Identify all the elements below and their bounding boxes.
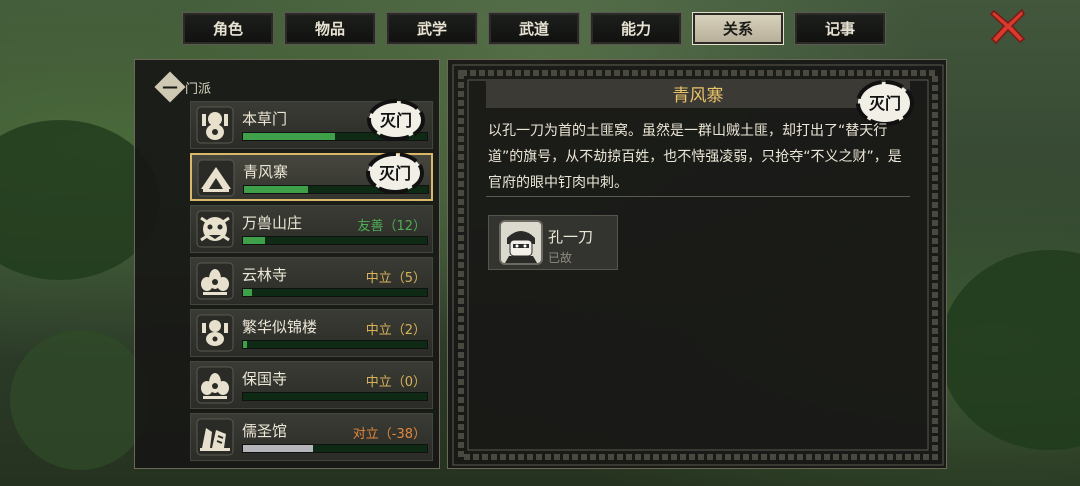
tab-martial-way[interactable]: 武道 xyxy=(488,12,580,45)
sect-item-qingfengzhai[interactable]: 青风寨 灭门 xyxy=(190,152,433,201)
sect-list: 本草门 灭门 青风寨 灭门 万兽山庄 友善（12） 云林寺 中立（5） 繁华似锦… xyxy=(190,99,433,465)
sect-name: 云林寺 xyxy=(242,266,288,284)
detail-title: 青风寨 xyxy=(672,86,724,106)
relation-bar xyxy=(242,340,428,349)
member-name: 孔一刀 xyxy=(548,228,594,246)
lotus-icon xyxy=(196,262,234,300)
relation-bar xyxy=(242,288,428,297)
sect-name: 青风寨 xyxy=(243,163,289,181)
detail-title-bar: 青风寨 灭门 xyxy=(486,79,914,126)
tab-martial-arts[interactable]: 武学 xyxy=(386,12,478,45)
member-status: 已故 xyxy=(548,251,573,265)
sect-item-wanshoushanzhuang[interactable]: 万兽山庄 友善（12） xyxy=(190,205,433,253)
collapse-toggle-button[interactable]: — xyxy=(154,71,186,103)
member-card[interactable]: 孔一刀 已故 xyxy=(488,215,618,270)
group-header: — 门派 xyxy=(154,71,212,103)
destroyed-stamp-icon: 灭门 xyxy=(367,99,425,141)
tab-journal[interactable]: 记事 xyxy=(794,12,886,45)
tab-character[interactable]: 角色 xyxy=(182,12,274,45)
sect-item-fanhuasijinlou[interactable]: 繁华似锦楼 中立（2） xyxy=(190,309,433,357)
group-label: 门派 xyxy=(185,81,212,97)
lotus-icon xyxy=(196,366,234,404)
minus-icon: — xyxy=(162,77,178,96)
sect-detail-panel: 青风寨 灭门 以孔一刀为首的土匪窝。虽然是一群山贼土匪，却打出了“替天行道”的旗… xyxy=(447,59,947,469)
sect-item-rushengguan[interactable]: 儒圣馆 对立（-38） xyxy=(190,413,433,461)
sect-status: 中立（0） xyxy=(365,375,426,390)
mountain-camp-icon xyxy=(197,159,235,197)
sect-name: 本草门 xyxy=(242,110,288,128)
sect-name: 繁华似锦楼 xyxy=(242,318,318,336)
sect-status: 中立（2） xyxy=(365,323,426,338)
sect-name: 儒圣馆 xyxy=(242,422,288,440)
sect-status: 对立（-38） xyxy=(352,427,426,442)
sect-status: 中立（5） xyxy=(365,271,426,286)
ornate-urn-icon xyxy=(196,314,234,352)
bandit-portrait-icon xyxy=(499,220,543,265)
sect-item-baoguosi[interactable]: 保国寺 中立（0） xyxy=(190,361,433,409)
close-button[interactable] xyxy=(988,6,1028,46)
sect-name: 保国寺 xyxy=(242,370,288,388)
tab-abilities[interactable]: 能力 xyxy=(590,12,682,45)
relation-bar xyxy=(242,236,428,245)
relation-bar xyxy=(242,444,428,453)
svg-text:灭门: 灭门 xyxy=(868,94,901,113)
scroll-brush-icon xyxy=(196,418,234,456)
beast-head-icon xyxy=(196,210,234,248)
close-x-icon xyxy=(989,8,1026,45)
relation-bar xyxy=(242,392,428,401)
svg-text:灭门: 灭门 xyxy=(379,111,412,130)
sect-status: 友善（12） xyxy=(357,219,426,234)
gourd-emblem-icon xyxy=(196,106,234,144)
svg-text:灭门: 灭门 xyxy=(378,164,411,183)
tab-items[interactable]: 物品 xyxy=(284,12,376,45)
tab-relations[interactable]: 关系 xyxy=(692,12,784,45)
tab-bar: 角色 物品 武学 武道 能力 关系 记事 xyxy=(182,12,897,45)
sect-item-bencaomen[interactable]: 本草门 灭门 xyxy=(190,99,433,149)
sect-name: 万兽山庄 xyxy=(242,214,303,232)
sect-description: 以孔一刀为首的土匪窝。虽然是一群山贼土匪，却打出了“替天行道”的旗号，从不劫掠百… xyxy=(488,123,902,191)
divider xyxy=(486,196,910,197)
sect-list-panel: — 门派 本草门 灭门 青风寨 灭门 万兽山庄 友善（12） 云林寺 中立（5）… xyxy=(134,59,440,469)
sect-item-yunlinsi[interactable]: 云林寺 中立（5） xyxy=(190,257,433,305)
destroyed-stamp-icon: 灭门 xyxy=(366,152,424,194)
